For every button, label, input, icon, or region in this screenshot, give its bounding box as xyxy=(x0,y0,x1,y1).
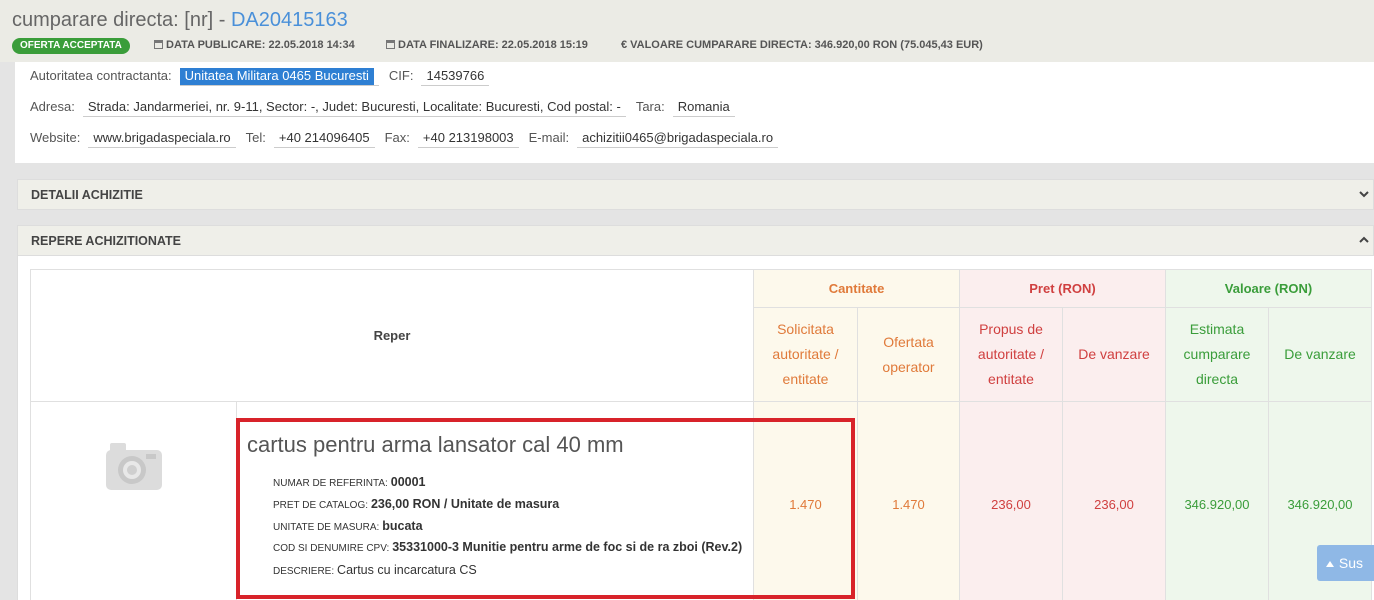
catalog-line: PRET DE CATALOG: 236,00 RON / Unitate de… xyxy=(273,494,753,516)
authority-info: Autoritatea contractanta: Unitatea Milit… xyxy=(15,62,1374,163)
qty-requested: 1.470 xyxy=(753,401,858,600)
scroll-top-label: Sus xyxy=(1338,555,1364,571)
fax-value: +40 213198003 xyxy=(417,130,519,148)
ref-label: NUMAR DE REFERINTA: xyxy=(273,478,388,489)
col-propus: Propus de autoritate / entitate xyxy=(959,307,1063,402)
group-cantitate: Cantitate xyxy=(753,269,960,308)
website-label: Website: xyxy=(30,130,81,145)
col-val-vanzare: De vanzare xyxy=(1268,307,1372,402)
title-id: DA20415163 xyxy=(230,9,348,31)
cpv-label: COD SI DENUMIRE CPV: xyxy=(273,543,390,554)
col-solicitata: Solicitata autoritate / entitate xyxy=(753,307,858,402)
table-row: cartus pentru arma lansator cal 40 mm NU… xyxy=(30,401,1372,600)
unit-value: bucata xyxy=(382,519,423,533)
chevron-up-icon xyxy=(1326,561,1334,567)
chevron-up-icon[interactable] xyxy=(1359,235,1369,245)
value-estimated: 346.920,00 xyxy=(1165,401,1269,600)
fax-label: Fax: xyxy=(384,130,410,145)
address-value: Strada: Jandarmeriei, nr. 9-11, Sector: … xyxy=(82,99,626,117)
cif-label: CIF: xyxy=(388,68,414,83)
camera-icon xyxy=(106,443,162,490)
col-reper: Reper xyxy=(30,269,754,402)
status-badge: OFERTA ACCEPTATA xyxy=(12,38,130,54)
address-row: Adresa: Strada: Jandarmeriei, nr. 9-11, … xyxy=(30,99,745,117)
col-pret-vanzare: De vanzare xyxy=(1062,307,1166,402)
col-ofertata: Ofertata operator xyxy=(857,307,960,402)
country-value: Romania xyxy=(672,99,735,117)
tel-label: Tel: xyxy=(245,130,266,145)
catalog-value: 236,00 RON / Unitate de masura xyxy=(370,497,560,511)
authority-row: Autoritatea contractanta: Unitatea Milit… xyxy=(30,68,499,86)
tel-value: +40 214096405 xyxy=(273,130,375,148)
item-description-cell: cartus pentru arma lansator cal 40 mm NU… xyxy=(236,401,754,600)
ref-value: 00001 xyxy=(390,475,426,489)
authority-value: Unitatea Militara 0465 Bucuresti xyxy=(179,68,379,86)
desc-value: Cartus cu incarcatura CS xyxy=(337,563,477,577)
email-label: E-mail: xyxy=(528,130,570,145)
items-table: Reper Cantitate Pret (RON) Valoare (RON)… xyxy=(30,269,1372,600)
item-image-cell xyxy=(30,401,237,600)
col-estimata: Estimata cumparare directa xyxy=(1165,307,1269,402)
cif-value: 14539766 xyxy=(421,68,490,86)
website-link[interactable]: www.brigadaspeciala.ro xyxy=(88,130,236,148)
euro-icon: € xyxy=(621,39,628,51)
item-properties: NUMAR DE REFERINTA: 00001 PRET DE CATALO… xyxy=(273,472,753,582)
item-name: cartus pentru arma lansator cal 40 mm xyxy=(247,432,624,457)
publish-date: DATA PUBLICARE: 22.05.2018 14:34 xyxy=(154,39,355,51)
publish-date-text: DATA PUBLICARE: 22.05.2018 14:34 xyxy=(166,39,355,51)
calendar-icon xyxy=(154,40,163,49)
group-pret: Pret (RON) xyxy=(959,269,1166,308)
contact-row: Website: www.brigadaspeciala.ro Tel: +40… xyxy=(30,130,788,148)
address-label: Adresa: xyxy=(30,99,75,114)
scroll-top-button[interactable]: Sus xyxy=(1317,545,1374,581)
panel-items-header[interactable]: REPERE ACHIZITIONATE xyxy=(17,225,1374,256)
authority-label: Autoritatea contractanta: xyxy=(30,68,172,83)
cpv-line: COD SI DENUMIRE CPV: 35331000-3 Munitie … xyxy=(273,538,753,558)
panel-details-title: DETALII ACHIZITIE xyxy=(31,188,143,202)
chevron-down-icon[interactable] xyxy=(1359,189,1369,199)
group-valoare: Valoare (RON) xyxy=(1165,269,1372,308)
desc-line: DESCRIERE: Cartus cu incarcatura CS xyxy=(273,560,753,582)
direct-purchase-value: € VALOARE CUMPARARE DIRECTA: 346.920,00 R… xyxy=(621,39,983,51)
price-proposed: 236,00 xyxy=(959,401,1063,600)
country-label: Tara: xyxy=(635,99,665,114)
unit-label: UNITATE DE MASURA: xyxy=(273,522,380,533)
qty-offered: 1.470 xyxy=(857,401,960,600)
title-prefix: cumparare directa: [nr] - xyxy=(12,9,231,31)
page-title: cumparare directa: [nr] - DA20415163 xyxy=(12,9,348,32)
calendar-icon xyxy=(386,40,395,49)
price-sale: 236,00 xyxy=(1062,401,1166,600)
authority-text: Unitatea Militara 0465 Bucuresti xyxy=(179,68,374,85)
direct-purchase-value-text: VALOARE CUMPARARE DIRECTA: 346.920,00 RO… xyxy=(630,39,983,51)
cpv-value: 35331000-3 Munitie pentru arme de foc si… xyxy=(392,540,743,554)
unit-line: UNITATE DE MASURA: bucata xyxy=(273,516,753,538)
panel-details-header[interactable]: DETALII ACHIZITIE xyxy=(17,179,1374,210)
finalize-date: DATA FINALIZARE: 22.05.2018 15:19 xyxy=(386,39,588,51)
email-link[interactable]: achizitii0465@brigadaspeciala.ro xyxy=(577,130,779,148)
page-header: cumparare directa: [nr] - DA20415163 OFE… xyxy=(0,0,1374,62)
ref-line: NUMAR DE REFERINTA: 00001 xyxy=(273,472,753,494)
panel-items-title: REPERE ACHIZITIONATE xyxy=(31,234,182,248)
desc-label: DESCRIERE: xyxy=(273,566,335,577)
catalog-label: PRET DE CATALOG: xyxy=(273,500,369,511)
finalize-date-text: DATA FINALIZARE: 22.05.2018 15:19 xyxy=(398,39,588,51)
